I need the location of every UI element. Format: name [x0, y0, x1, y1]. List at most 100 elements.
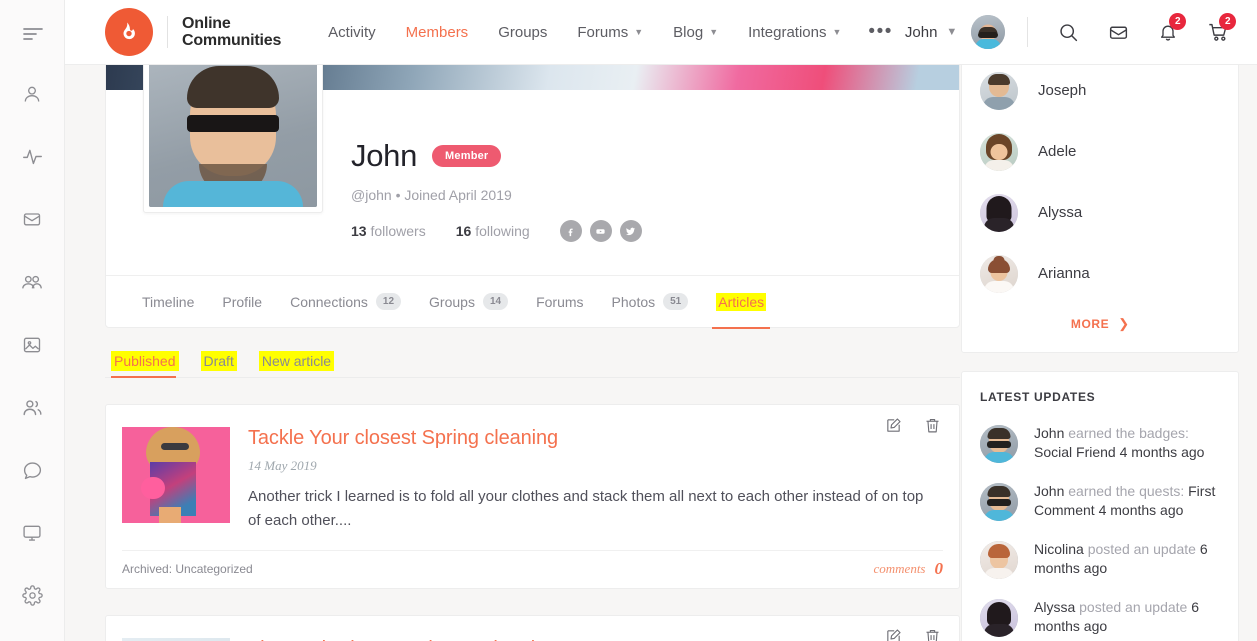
followers-stat[interactable]: 13 followers [351, 223, 426, 239]
tab-photos[interactable]: Photos 51 [598, 276, 703, 328]
notification-badge: 2 [1169, 13, 1187, 30]
trash-icon[interactable] [924, 628, 941, 641]
subtab-published[interactable]: Published [111, 351, 179, 378]
member-name: Alyssa [1038, 204, 1083, 221]
group-icon[interactable] [0, 251, 65, 314]
bell-icon[interactable]: 2 [1148, 12, 1188, 52]
update-user: John [1034, 425, 1065, 441]
followers-label: followers [370, 223, 426, 239]
profile-card: John Member @john • Joined April 2019 13… [105, 65, 960, 329]
list-item[interactable]: Nicolina posted an update 6 months ago [980, 530, 1220, 588]
list-item[interactable]: John earned the quests: First Comment 4 … [980, 472, 1220, 530]
top-header: Online Communities Activity Members Grou… [65, 0, 1257, 65]
tab-label: Photos [611, 293, 656, 310]
nav-item-members[interactable]: Members [391, 24, 484, 41]
chat-icon[interactable] [0, 439, 65, 502]
facebook-icon[interactable] [559, 220, 582, 242]
more-label: MORE [1070, 317, 1110, 331]
chevron-down-icon: ▼ [709, 26, 719, 37]
article-category: Archived: Uncategorized [122, 562, 253, 577]
avatar [980, 425, 1018, 463]
edit-icon[interactable] [885, 417, 902, 434]
update-text: John earned the quests: First Comment 4 … [1034, 481, 1220, 521]
article-body: Tackle Your closest Spring cleaning 14 M… [122, 405, 943, 534]
chevron-down-icon: ▼ [946, 25, 958, 38]
profile-avatar-frame[interactable] [143, 65, 323, 213]
nav-item-groups[interactable]: Groups [483, 24, 562, 41]
profile-tabs: Timeline Profile Connections 12 Groups 1… [106, 275, 959, 329]
image-icon[interactable] [0, 314, 65, 377]
list-item[interactable]: Alyssa [980, 182, 1220, 243]
following-stat[interactable]: 16 following [456, 223, 530, 239]
tab-forums[interactable]: Forums [522, 276, 597, 328]
brand[interactable]: Online Communities [105, 8, 281, 56]
tab-label: Forums [536, 293, 584, 310]
gear-icon[interactable] [0, 564, 65, 627]
article-body: The Truth About Business Blogging 14 May… [122, 616, 943, 641]
article-actions [863, 417, 941, 434]
avatar[interactable] [971, 15, 1006, 49]
profile-meta: John Member @john • Joined April 2019 13… [351, 108, 959, 242]
trash-icon[interactable] [924, 417, 941, 434]
tab-label: Connections [290, 293, 368, 310]
article-thumbnail[interactable] [122, 637, 230, 641]
profile-avatar-photo [149, 65, 317, 207]
nav-label: Forums [577, 23, 629, 41]
list-item[interactable]: Adele [980, 121, 1220, 182]
inbox-icon[interactable] [1098, 12, 1138, 52]
avatar [980, 254, 1018, 293]
nav-item-blog[interactable]: Blog ▼ [658, 24, 733, 41]
article-main: Tackle Your closest Spring cleaning 14 M… [230, 427, 943, 534]
nav-item-integrations[interactable]: Integrations ▼ [733, 24, 856, 41]
avatar [980, 599, 1018, 637]
tab-label: Groups [429, 293, 475, 310]
subtab-draft[interactable]: Draft [200, 351, 237, 377]
avatar [980, 483, 1018, 521]
article-comments[interactable]: comments 0 [874, 559, 944, 579]
more-button[interactable]: MORE ❯ [980, 304, 1220, 338]
monitor-icon[interactable] [0, 502, 65, 565]
tab-groups[interactable]: Groups 14 [415, 276, 522, 328]
inbox-icon[interactable] [0, 188, 65, 251]
user-menu[interactable]: John ▼ [905, 15, 1006, 49]
article-title[interactable]: Tackle Your closest Spring cleaning [248, 427, 933, 450]
tab-timeline[interactable]: Timeline [128, 276, 208, 328]
list-item[interactable]: John earned the badges: Social Friend 4 … [980, 414, 1220, 472]
nav-item-forums[interactable]: Forums ▼ [562, 24, 658, 41]
article-date: 14 May 2019 [248, 458, 317, 473]
stats-row: 13 followers 16 following [351, 220, 959, 242]
nav-overflow-button[interactable]: ••• [856, 22, 904, 42]
left-rail [0, 0, 65, 641]
tab-label: Profile [222, 293, 263, 310]
subtab-label: Draft [200, 351, 237, 371]
right-sidebar: Joseph Adele Alyssa Arianna MORE ❯ LATES… [961, 65, 1239, 641]
name-row: John Member [351, 138, 959, 174]
twitter-icon[interactable] [619, 220, 642, 242]
activity-icon[interactable] [0, 125, 65, 188]
search-icon[interactable] [1048, 12, 1088, 52]
chevron-down-icon: ▼ [634, 26, 644, 37]
article-thumbnail[interactable] [122, 427, 230, 523]
nav-label: Blog [673, 23, 704, 41]
update-detail: Social Friend [1034, 444, 1116, 461]
list-item[interactable]: Arianna [980, 243, 1220, 304]
subtab-new-article[interactable]: New article [258, 351, 335, 377]
header-divider [1027, 17, 1029, 47]
nav-item-activity[interactable]: Activity [313, 24, 391, 41]
article-footer: Archived: Uncategorized comments 0 [122, 549, 944, 588]
article-title[interactable]: The Truth About Business Blogging [248, 638, 933, 641]
friends-icon[interactable] [0, 376, 65, 439]
list-item[interactable]: Joseph [980, 65, 1220, 121]
list-item[interactable]: Alyssa posted an update 6 months ago [980, 588, 1220, 641]
tab-articles[interactable]: Articles [702, 276, 780, 329]
cart-icon[interactable]: 2 [1198, 12, 1238, 52]
header-right: John ▼ 2 2 [905, 12, 1257, 52]
article-sub-tabs: Published Draft New article [105, 346, 960, 378]
tab-profile[interactable]: Profile [208, 276, 276, 328]
user-icon[interactable] [0, 63, 65, 126]
youtube-icon[interactable] [589, 220, 612, 242]
edit-icon[interactable] [885, 628, 902, 641]
tab-connections[interactable]: Connections 12 [276, 276, 415, 328]
comments-label: comments [873, 561, 926, 577]
hamburger-icon[interactable] [0, 0, 65, 65]
